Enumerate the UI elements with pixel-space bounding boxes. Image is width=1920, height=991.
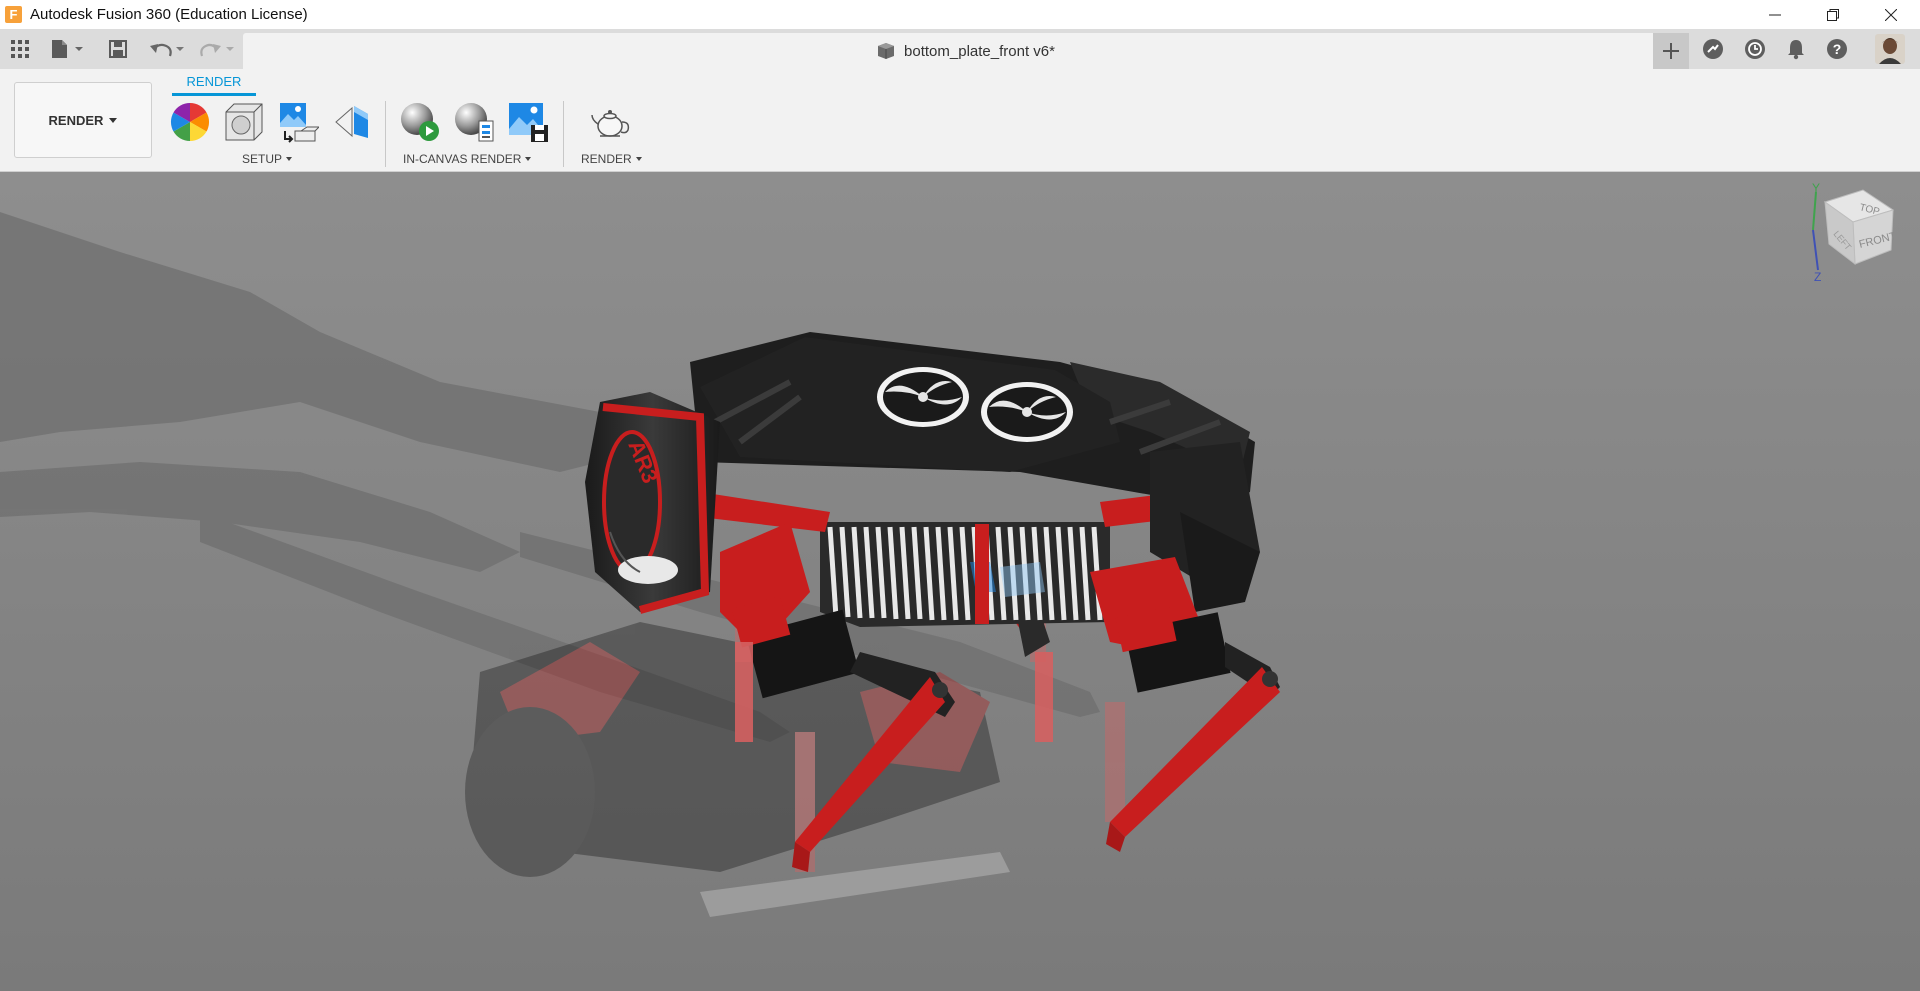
grid-menu-icon[interactable]	[6, 29, 34, 69]
job-status-icon[interactable]	[1741, 29, 1769, 69]
workspace-switcher-button[interactable]: RENDER	[14, 82, 152, 158]
document-tab[interactable]: bottom_plate_front v6*	[243, 33, 1688, 69]
render-teapot-icon[interactable]	[589, 100, 633, 144]
in-canvas-render-group-menu[interactable]: IN-CANVAS RENDER	[403, 152, 532, 166]
extensions-icon[interactable]	[1699, 29, 1727, 69]
help-icon[interactable]: ?	[1823, 29, 1851, 69]
document-title: bottom_plate_front v6*	[904, 42, 1055, 60]
axis-z-label: Z	[1814, 270, 1821, 282]
tab-render[interactable]: RENDER	[172, 74, 256, 89]
ribbon-toolbar: RENDER RENDER SETUP IN-CANVAS RENDER REN…	[0, 69, 1920, 172]
in-canvas-render-play-icon[interactable]	[398, 100, 442, 144]
render-group-label: RENDER	[581, 152, 632, 166]
robot-dog-model-render: AR3	[0, 172, 1920, 991]
document-tab-bar: bottom_plate_front v6* ?	[0, 29, 1920, 69]
chevron-down-icon	[525, 157, 532, 161]
render-group-menu[interactable]: RENDER	[581, 152, 642, 166]
redo-icon[interactable]	[196, 29, 238, 69]
app-title: Autodesk Fusion 360 (Education License)	[30, 6, 308, 23]
scene-settings-icon[interactable]	[222, 100, 266, 144]
setup-group-label: SETUP	[242, 152, 283, 166]
workspace-label: RENDER	[48, 112, 104, 128]
window-controls	[1746, 0, 1920, 29]
chevron-down-icon	[109, 117, 118, 123]
logo-letter: F	[9, 7, 18, 22]
decal-icon[interactable]	[330, 100, 374, 144]
file-icon[interactable]	[48, 29, 86, 69]
part-cube-icon	[878, 43, 895, 59]
title-bar: F Autodesk Fusion 360 (Education License…	[0, 0, 1920, 29]
capture-image-icon[interactable]	[506, 100, 550, 144]
user-avatar[interactable]	[1872, 29, 1908, 69]
toolbar-divider	[563, 101, 564, 167]
robot-head: AR3	[585, 392, 720, 614]
viewcube[interactable]: TOP FRONT LEFT Y Z	[1793, 181, 1903, 284]
chevron-down-icon	[635, 157, 642, 161]
notifications-bell-icon[interactable]	[1782, 29, 1810, 69]
new-tab-plus-icon[interactable]	[1653, 33, 1689, 69]
chevron-down-icon	[286, 157, 293, 161]
cooling-fan-left	[877, 367, 969, 427]
close-icon[interactable]	[1862, 0, 1920, 29]
undo-icon[interactable]	[145, 29, 187, 69]
axis-y-label: Y	[1812, 182, 1820, 195]
in-canvas-render-group-label: IN-CANVAS RENDER	[403, 152, 522, 166]
setup-group-menu[interactable]: SETUP	[242, 152, 293, 166]
in-canvas-render-settings-icon[interactable]	[452, 100, 496, 144]
toolbar-divider	[385, 101, 386, 167]
save-icon[interactable]	[104, 29, 132, 69]
restore-icon[interactable]	[1804, 0, 1862, 29]
appearance-color-wheel-icon[interactable]	[168, 100, 212, 144]
minimize-icon[interactable]	[1746, 0, 1804, 29]
active-tab-indicator	[172, 93, 256, 96]
cooling-fan-right	[981, 382, 1073, 442]
svg-text:?: ?	[1833, 41, 1842, 57]
texture-map-icon[interactable]	[276, 100, 320, 144]
canvas-viewport[interactable]: AR3 TOP FRONT LEFT Y Z	[0, 172, 1920, 991]
fusion-logo-icon: F	[5, 6, 22, 23]
